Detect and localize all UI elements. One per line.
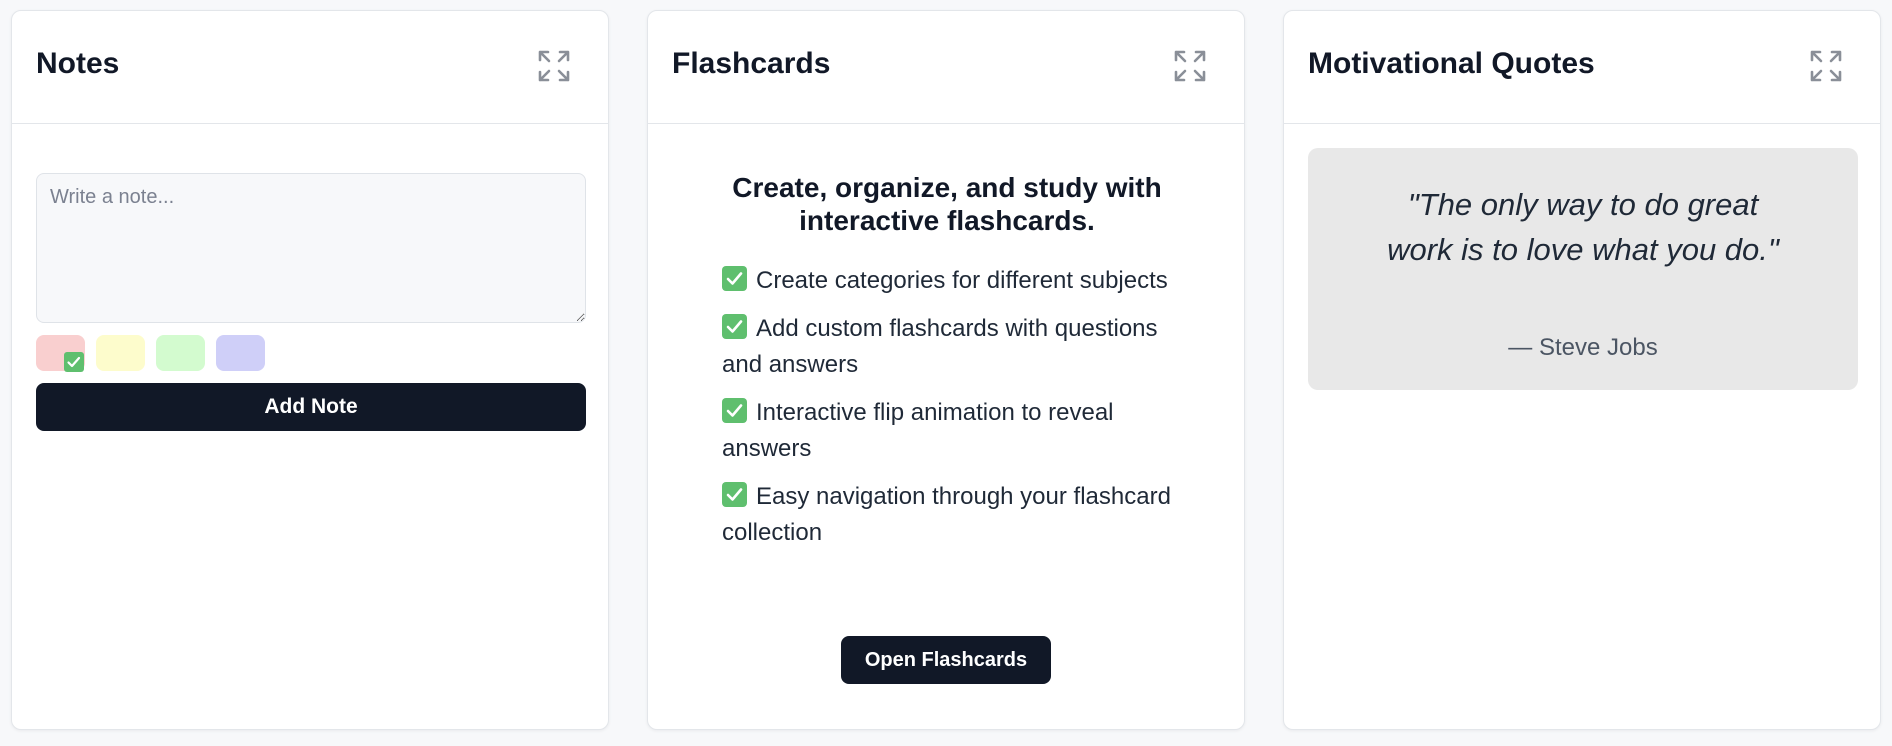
feature-list: Create categories for different subjects… bbox=[722, 263, 1172, 563]
quote-author: — Steve Jobs bbox=[1508, 334, 1658, 361]
color-swatch-red[interactable] bbox=[36, 335, 85, 372]
list-item: Easy navigation through your flashcard c… bbox=[722, 479, 1172, 551]
feature-text: Add custom flashcards with questions and… bbox=[722, 315, 1158, 378]
list-item: Interactive flip animation to reveal ans… bbox=[722, 395, 1172, 467]
check-box-icon bbox=[722, 266, 747, 291]
notes-card: Notes Add Note bbox=[11, 10, 609, 730]
flashcards-expand-button[interactable] bbox=[1172, 48, 1208, 84]
note-input[interactable] bbox=[36, 173, 586, 323]
feature-text: Create categories for different subjects bbox=[756, 267, 1168, 294]
feature-text: Interactive flip animation to reveal ans… bbox=[722, 399, 1114, 462]
quotes-header: Motivational Quotes bbox=[1284, 11, 1880, 124]
check-box-icon bbox=[722, 482, 747, 507]
notes-title: Notes bbox=[36, 47, 120, 80]
flashcards-title: Flashcards bbox=[672, 47, 831, 80]
check-box-icon bbox=[722, 398, 747, 423]
add-note-button[interactable]: Add Note bbox=[36, 383, 586, 431]
feature-text: Easy navigation through your flashcard c… bbox=[722, 483, 1171, 546]
color-swatch-yellow[interactable] bbox=[96, 335, 145, 371]
color-swatch-blue[interactable] bbox=[216, 335, 265, 371]
quotes-card: Motivational Quotes "The only way to do … bbox=[1283, 10, 1881, 730]
list-item: Create categories for different subjects bbox=[722, 263, 1172, 299]
check-box-icon bbox=[64, 352, 84, 372]
list-item: Add custom flashcards with questions and… bbox=[722, 311, 1172, 383]
check-box-icon bbox=[722, 314, 747, 339]
expand-icon bbox=[1174, 50, 1206, 82]
flashcards-heading: Create, organize, and study with interac… bbox=[732, 172, 1162, 236]
quotes-expand-button[interactable] bbox=[1808, 48, 1844, 84]
quote-box: "The only way to do great work is to lov… bbox=[1308, 148, 1858, 390]
expand-icon bbox=[1810, 50, 1842, 82]
expand-icon bbox=[538, 50, 570, 82]
notes-expand-button[interactable] bbox=[536, 48, 572, 84]
flashcards-header: Flashcards bbox=[648, 11, 1244, 124]
quote-text: "The only way to do great work is to lov… bbox=[1387, 187, 1779, 267]
open-flashcards-button[interactable]: Open Flashcards bbox=[841, 636, 1051, 684]
quotes-title: Motivational Quotes bbox=[1308, 47, 1595, 80]
notes-header: Notes bbox=[12, 11, 608, 124]
flashcards-card: Flashcards Create, organize, and study w… bbox=[647, 10, 1245, 730]
color-swatch-green[interactable] bbox=[156, 335, 205, 371]
